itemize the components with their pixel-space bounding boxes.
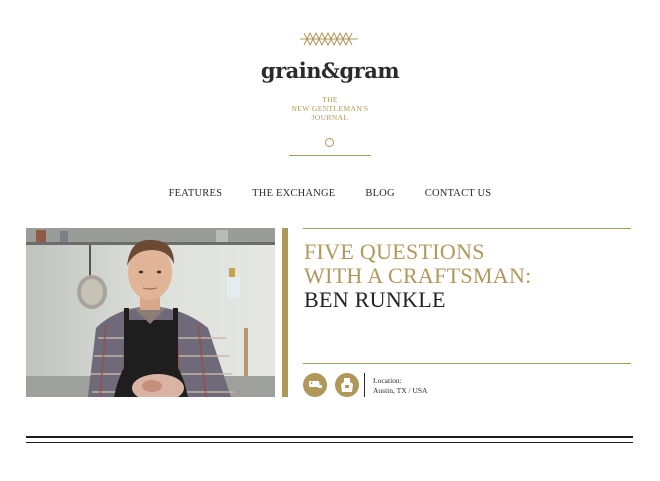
headline-line-1: FIVE QUESTIONS	[304, 239, 485, 264]
section-divider-thick	[26, 436, 633, 438]
feature-top-rule	[303, 228, 631, 229]
headline-line-2: WITH A CRAFTSMAN:	[304, 263, 532, 288]
cleaver-icon	[303, 373, 327, 397]
circle-ornament-icon	[325, 138, 334, 147]
nav-item-features[interactable]: FEATURES	[169, 188, 223, 199]
main-nav: FEATURES THE EXCHANGE BLOG CONTACT US	[0, 183, 660, 201]
tagline-line: THE	[322, 95, 338, 104]
location-label: Location:	[373, 376, 402, 385]
tagline-line: NEW GENTLEMAN'S	[291, 104, 369, 113]
location-divider	[364, 373, 365, 397]
headline-subject-name: BEN RUNKLE	[304, 287, 446, 312]
section-divider-thin	[26, 442, 633, 443]
diamond-ornament-icon	[300, 31, 358, 47]
site-logo[interactable]: grain&gram	[0, 58, 660, 83]
craftsman-portrait-image	[26, 228, 275, 397]
nav-item-blog[interactable]: BLOG	[365, 188, 394, 199]
site-tagline: THE NEW GENTLEMAN'S JOURNAL	[0, 95, 660, 122]
apron-icon	[335, 373, 359, 397]
header-divider	[289, 155, 371, 156]
location-value: Austin, TX / USA	[373, 386, 428, 395]
feature-bottom-rule	[303, 363, 631, 364]
feature-headline[interactable]: FIVE QUESTIONS WITH A CRAFTSMAN: BEN RUN…	[304, 240, 634, 312]
nav-item-contact-us[interactable]: CONTACT US	[425, 188, 492, 199]
nav-item-the-exchange[interactable]: THE EXCHANGE	[252, 188, 335, 199]
tagline-line: JOURNAL	[311, 113, 349, 122]
feature-photo[interactable]	[26, 228, 275, 397]
feature-accent-bar	[282, 228, 288, 397]
